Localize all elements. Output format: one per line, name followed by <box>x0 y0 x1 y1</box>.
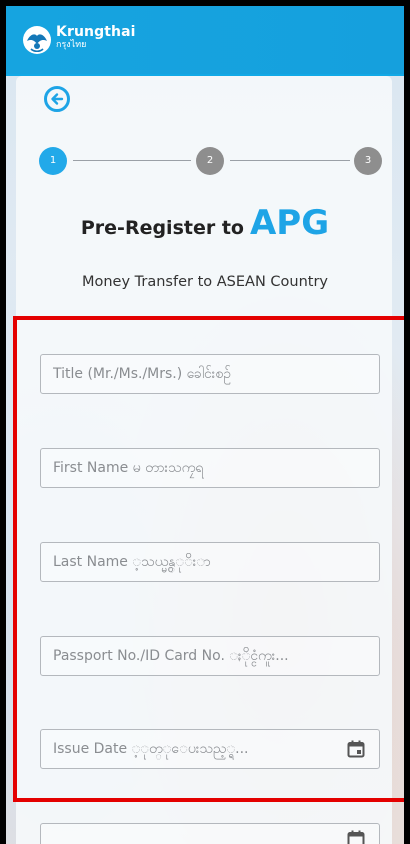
page-subtitle: Money Transfer to ASEAN Country <box>81 274 329 290</box>
passport-input[interactable] <box>41 637 379 675</box>
calendar-icon[interactable] <box>347 830 365 844</box>
calendar-icon[interactable] <box>347 740 365 758</box>
brand-title: Krungthai <box>56 24 136 40</box>
title-input[interactable] <box>41 355 379 393</box>
last-name-input[interactable] <box>41 543 379 581</box>
passport-field[interactable] <box>40 636 380 676</box>
page-title: Pre-Register to APG <box>6 203 404 243</box>
step-1-indicator: 1 <box>39 147 67 175</box>
page-title-apg: APG <box>249 203 330 243</box>
first-name-input[interactable] <box>41 449 379 487</box>
brand-name: Krungthai กรุงไทย <box>56 25 136 50</box>
app-screen: Krungthai กรุงไทย 1 2 3 Pre-Register to A… <box>6 6 404 844</box>
back-button[interactable] <box>44 86 70 112</box>
issue-date-input[interactable] <box>41 730 379 768</box>
issue-date-field[interactable] <box>40 729 380 769</box>
stepper-line-1 <box>73 160 191 161</box>
page-title-prefix: Pre-Register to <box>80 217 244 239</box>
step-2-indicator: 2 <box>196 147 224 175</box>
stepper-line-2 <box>230 160 350 161</box>
expiry-date-field[interactable] <box>40 823 380 844</box>
krungthai-logo-icon <box>23 26 51 54</box>
step-3-indicator: 3 <box>354 147 382 175</box>
app-header: Krungthai กรุงไทย <box>6 6 404 76</box>
first-name-field[interactable] <box>40 448 380 488</box>
title-field[interactable] <box>40 354 380 394</box>
brand-subtitle: กรุงไทย <box>56 40 87 50</box>
last-name-field[interactable] <box>40 542 380 582</box>
arrow-left-icon <box>51 93 64 105</box>
